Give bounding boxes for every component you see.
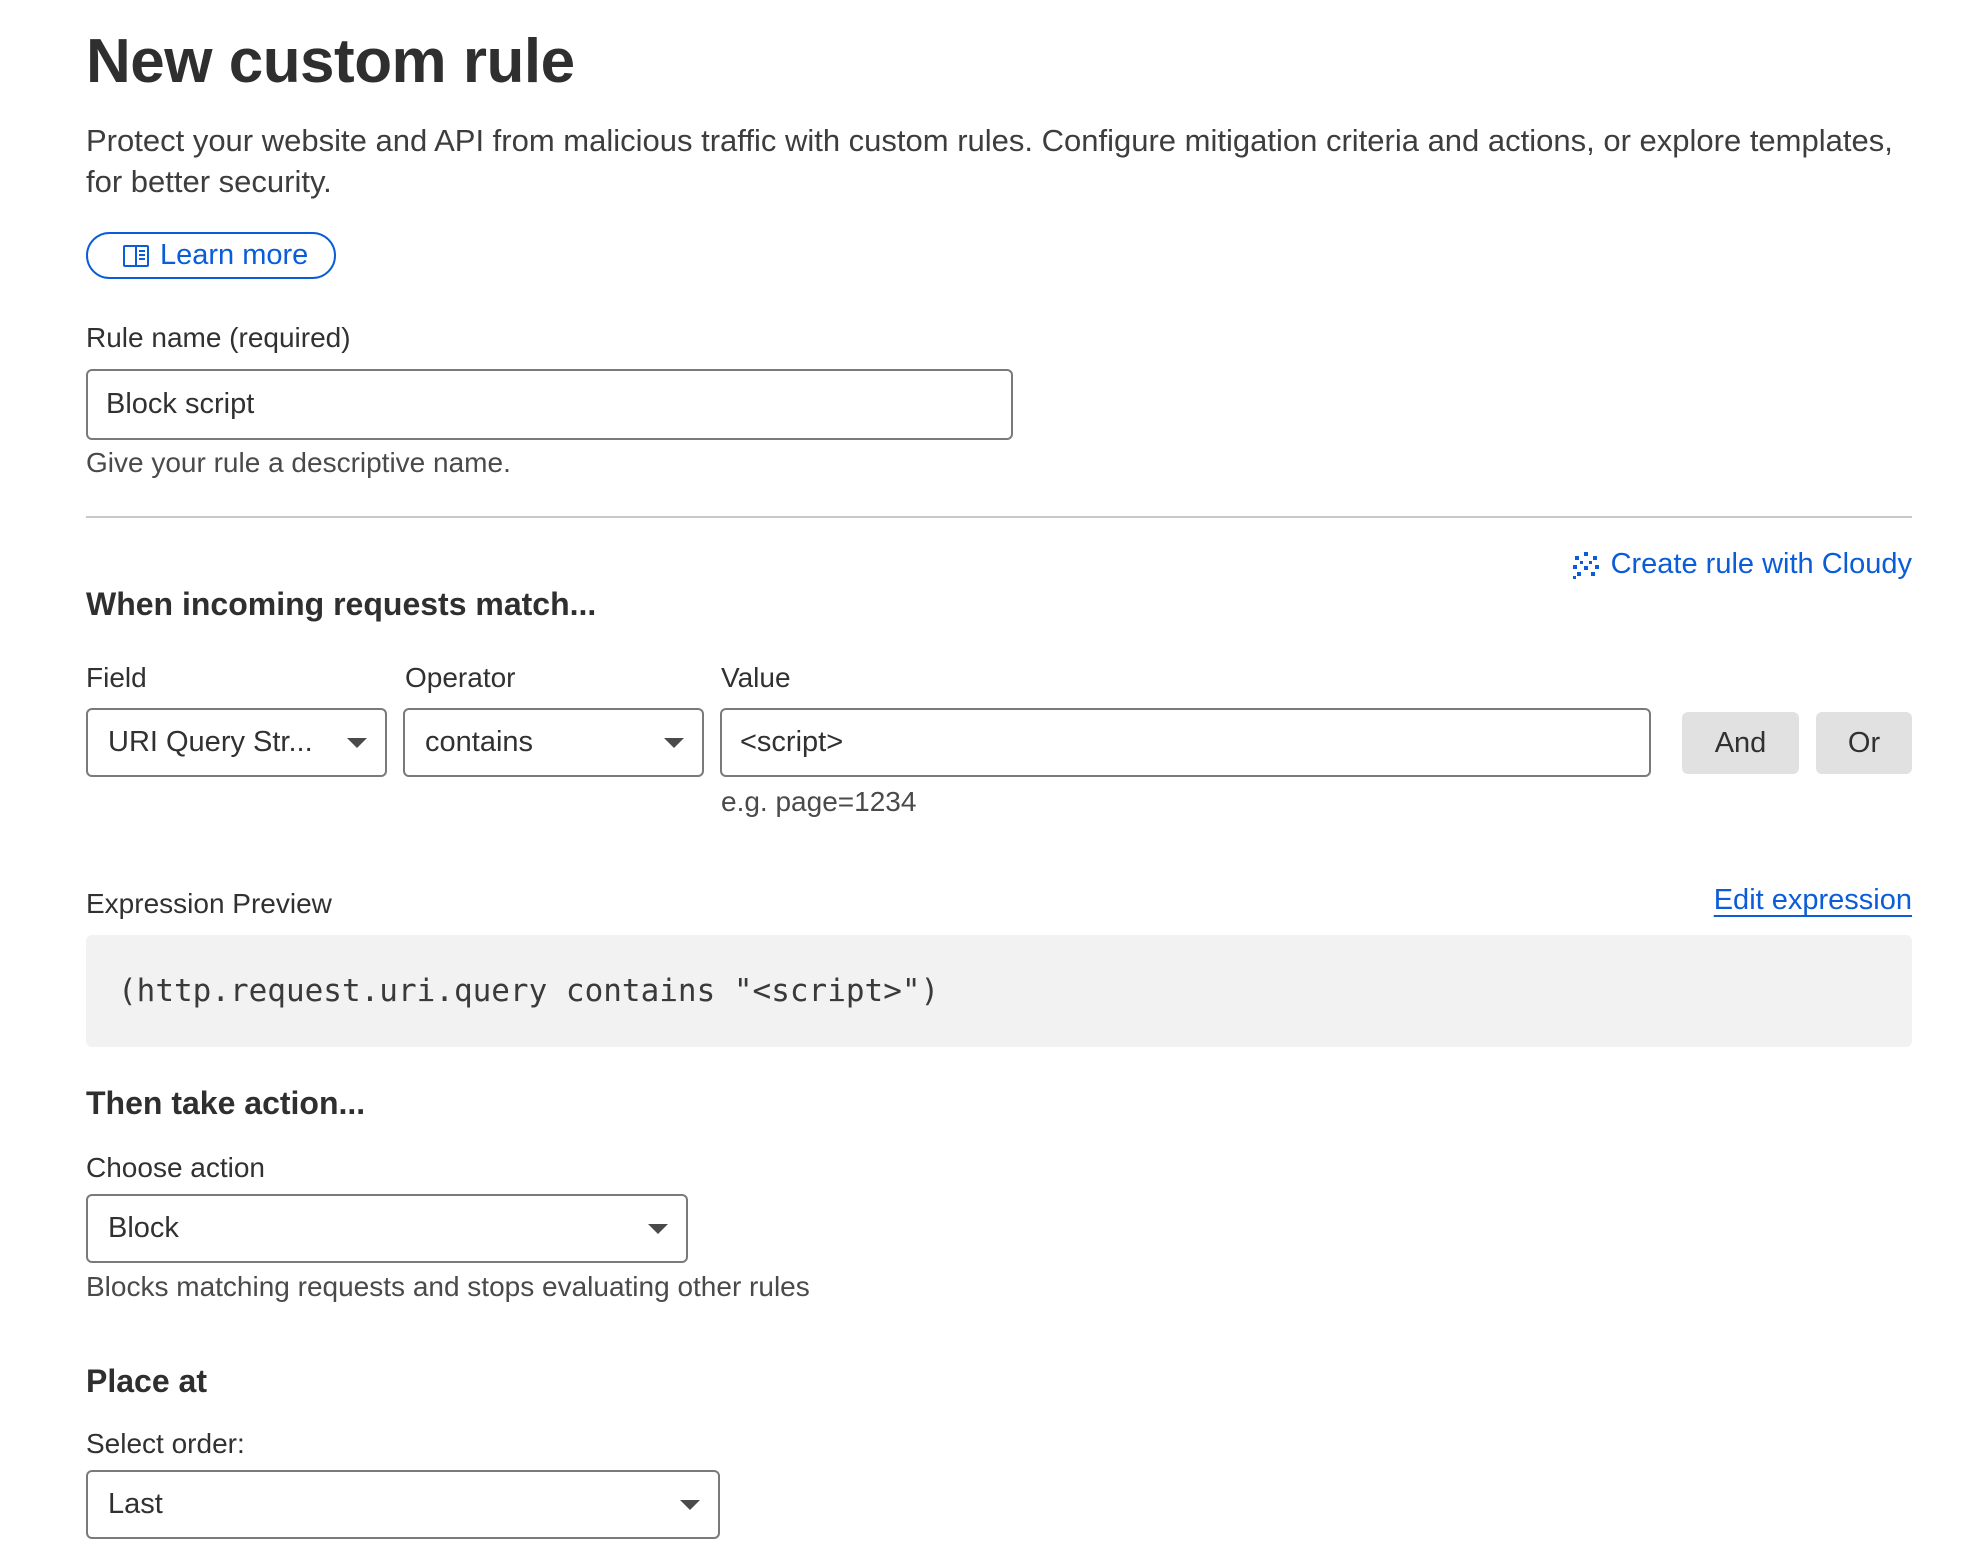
value-label: Value — [721, 662, 791, 693]
place-at-heading: Place at — [86, 1363, 207, 1399]
action-select[interactable]: Block — [86, 1194, 688, 1263]
rule-name-value: Block script — [106, 388, 255, 420]
sparkle-icon — [1571, 550, 1601, 580]
operator-label: Operator — [405, 662, 516, 693]
or-button[interactable]: Or — [1816, 712, 1912, 774]
book-icon — [122, 244, 150, 268]
rule-name-input[interactable]: Block script — [86, 369, 1013, 440]
value-input[interactable]: <script> — [720, 708, 1651, 777]
expression-preview: (http.request.uri.query contains "<scrip… — [86, 935, 1912, 1047]
match-heading: When incoming requests match... — [86, 586, 597, 622]
chevron-down-icon — [680, 1499, 700, 1510]
order-select-value: Last — [108, 1488, 163, 1520]
chevron-down-icon — [664, 737, 684, 748]
section-divider — [86, 516, 1912, 518]
learn-more-label: Learn more — [160, 239, 309, 271]
edit-expression-link[interactable]: Edit expression — [1714, 884, 1912, 917]
page-description: Protect your website and API from malici… — [86, 123, 1893, 199]
action-select-value: Block — [108, 1212, 179, 1244]
select-order-label: Select order: — [86, 1428, 245, 1459]
and-button[interactable]: And — [1682, 712, 1799, 774]
field-select[interactable]: URI Query Str... — [86, 708, 387, 777]
operator-select-value: contains — [425, 726, 534, 758]
cloudy-link-label: Create rule with Cloudy — [1610, 548, 1912, 580]
expression-preview-label: Expression Preview — [86, 888, 332, 919]
field-label: Field — [86, 662, 147, 693]
page-title: New custom rule — [86, 27, 575, 96]
expression-code: (http.request.uri.query contains "<scrip… — [118, 973, 940, 1009]
value-helper: e.g. page=1234 — [721, 786, 917, 817]
rule-name-helper: Give your rule a descriptive name. — [86, 447, 511, 478]
field-select-value: URI Query Str... — [108, 726, 313, 758]
create-rule-with-cloudy-link[interactable]: Create rule with Cloudy — [1571, 548, 1912, 581]
value-input-value: <script> — [740, 726, 844, 758]
chevron-down-icon — [648, 1223, 668, 1234]
rule-name-label: Rule name (required) — [86, 322, 351, 353]
order-select[interactable]: Last — [86, 1470, 720, 1539]
choose-action-label: Choose action — [86, 1152, 266, 1183]
chevron-down-icon — [347, 737, 367, 748]
learn-more-button[interactable]: Learn more — [86, 232, 336, 279]
action-helper: Blocks matching requests and stops evalu… — [86, 1271, 810, 1302]
action-heading: Then take action... — [86, 1085, 366, 1121]
operator-select[interactable]: contains — [403, 708, 704, 777]
